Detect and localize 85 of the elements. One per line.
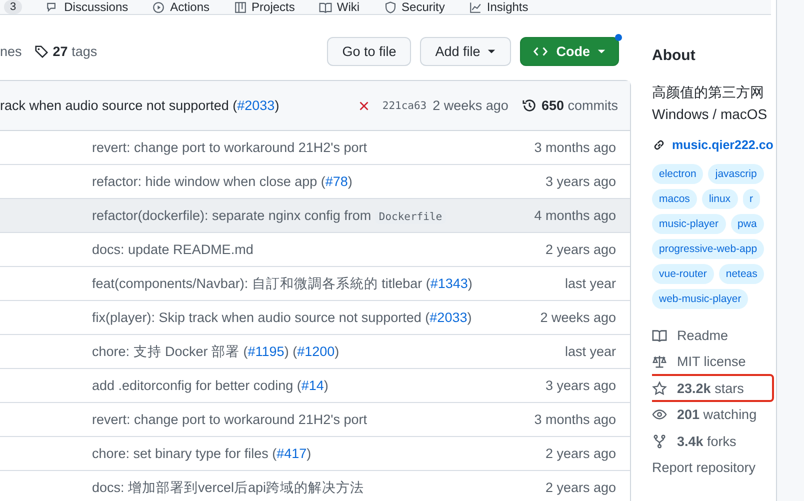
topic-tag[interactable]: electron (652, 164, 704, 184)
commit-time: last year (564, 276, 616, 291)
commit-time: 2 weeks ago (432, 98, 508, 113)
commit-message[interactable]: chore: 支持 Docker 部署 (#1195) (#1200) (92, 342, 565, 360)
commit-message[interactable]: revert: change port to workaround 21H2's port (92, 412, 534, 427)
nav-tab[interactable]: Wiki (318, 0, 360, 14)
file-row[interactable]: add .editorconfig for better coding (#14) 3 years ago (0, 369, 630, 403)
stat-link[interactable]: Readme (652, 323, 776, 347)
stat-link[interactable]: MIT license (652, 350, 776, 374)
description-text: 高颜值的第三方网 (652, 83, 765, 102)
stat-link[interactable]: 3.4k forks (652, 429, 776, 454)
topic-tag[interactable]: web-music-player (652, 289, 748, 309)
website-link[interactable]: music.qier222.co (652, 138, 776, 152)
caret-icon (487, 47, 496, 56)
shield-icon (384, 0, 397, 14)
stat-link[interactable]: 201 watching (652, 402, 776, 427)
tags-link[interactable]: 27 tags (34, 44, 98, 59)
file-row[interactable]: chore: 支持 Docker 部署 (#1195) (#1200) last year (0, 335, 630, 369)
history-icon (522, 98, 538, 113)
commit-time: 3 months ago (534, 140, 616, 155)
commit-message[interactable]: docs: 增加部署到vercel后api跨域的解决方法 (92, 478, 546, 496)
go-to-file-button[interactable]: Go to file (327, 37, 412, 66)
commit-time: 3 years ago (545, 378, 616, 393)
file-row[interactable]: revert: change port to workaround 21H2's port 3 months ago (0, 403, 630, 437)
code-button[interactable]: Code (520, 37, 619, 66)
file-row[interactable]: revert: change port to workaround 21H2's port 3 months ago (0, 131, 630, 165)
commit-message[interactable]: chore: set binary type for files (#417) (92, 446, 546, 461)
commit-message[interactable]: add .editorconfig for better coding (#14) (92, 378, 546, 393)
commit-time: last year (564, 344, 616, 359)
commit-time: 2 years ago (545, 480, 616, 495)
tag-icon (34, 44, 49, 59)
cross-icon[interactable] (358, 100, 370, 112)
branches-link[interactable]: nes (0, 44, 22, 59)
topic-tag[interactable]: vue-router (652, 264, 714, 284)
commit-time: 3 years ago (545, 174, 616, 189)
file-row[interactable]: feat(components/Navbar): 自訂和微調各系統的 titlebar (#1343) last year (0, 267, 630, 301)
book-icon (652, 328, 667, 342)
nav-tab[interactable]: Security (384, 0, 445, 14)
topic-tag[interactable]: r (742, 189, 760, 209)
commit-message[interactable]: refactor: hide window when close app (#78) (92, 174, 546, 189)
star-icon (652, 380, 667, 396)
commit-message[interactable]: refactor(dockerfile): separate nginx config from Dockerfile (92, 208, 534, 223)
commit-time: 4 months ago (534, 208, 616, 223)
commit-time: 2 years ago (545, 242, 616, 257)
fork-icon (652, 434, 667, 449)
description-text: Windows / macOS (652, 105, 768, 124)
stat-link[interactable]: 23.2k stars (652, 376, 772, 400)
commit-message[interactable]: revert: change port to workaround 21H2's port (92, 140, 534, 155)
nav-tab[interactable]: Actions (152, 0, 210, 14)
commit-time: 2 weeks ago (540, 310, 616, 325)
nav-tab[interactable]: Discussions (46, 0, 128, 14)
topic-tag[interactable]: pwa (730, 214, 764, 234)
file-row[interactable]: fix(player): Skip track when audio source not supported (#2033) 2 weeks ago (0, 301, 630, 335)
play-circle-icon (152, 0, 166, 14)
file-row[interactable]: docs: update README.md 2 years ago (0, 233, 630, 267)
commits-link[interactable]: 650 commits (522, 98, 618, 113)
topic-tag[interactable]: macos (652, 189, 697, 209)
topic-tag[interactable]: javascrip (708, 164, 764, 184)
commit-message[interactable]: docs: update README.md (92, 242, 546, 257)
commit-time: 2 years ago (545, 446, 616, 461)
file-row[interactable]: refactor(dockerfile): separate nginx config from Dockerfile 4 months ago (0, 199, 630, 233)
topic-tag[interactable]: linux (702, 189, 738, 209)
file-row[interactable]: docs: 增加部署到vercel后api跨域的解决方法 2 years ago (0, 471, 630, 501)
tab-count: 3 (4, 0, 22, 14)
book-icon (318, 0, 332, 14)
topic-tag[interactable]: progressive-web-app (652, 239, 764, 259)
commit-sha[interactable]: 221ca63 (382, 100, 427, 112)
graph-icon (468, 0, 482, 14)
commit-message[interactable]: rack when audio source not supported (#2033) (0, 98, 280, 113)
board-icon (234, 0, 247, 14)
caret-icon (597, 47, 606, 56)
commit-message[interactable]: feat(components/Navbar): 自訂和微調各系統的 titlebar (#1343) (92, 274, 565, 292)
nav-tab[interactable]: Insights (468, 0, 528, 14)
eye-icon (652, 407, 667, 422)
commit-time: 3 months ago (534, 412, 616, 427)
about-heading: About (652, 46, 696, 66)
commit-message[interactable]: fix(player): Skip track when audio source not supported (#2033) (92, 310, 540, 325)
scale-icon (652, 354, 667, 370)
topic-tag[interactable]: music-player (652, 214, 726, 234)
file-row[interactable]: chore: set binary type for files (#417) 2 years ago (0, 437, 630, 471)
link-icon (652, 138, 666, 152)
nav-tab[interactable]: Projects (234, 0, 295, 14)
topic-tag[interactable]: neteas (718, 264, 764, 284)
add-file-button[interactable]: Add file (420, 37, 512, 66)
stat-link[interactable]: Report repository (652, 456, 776, 480)
